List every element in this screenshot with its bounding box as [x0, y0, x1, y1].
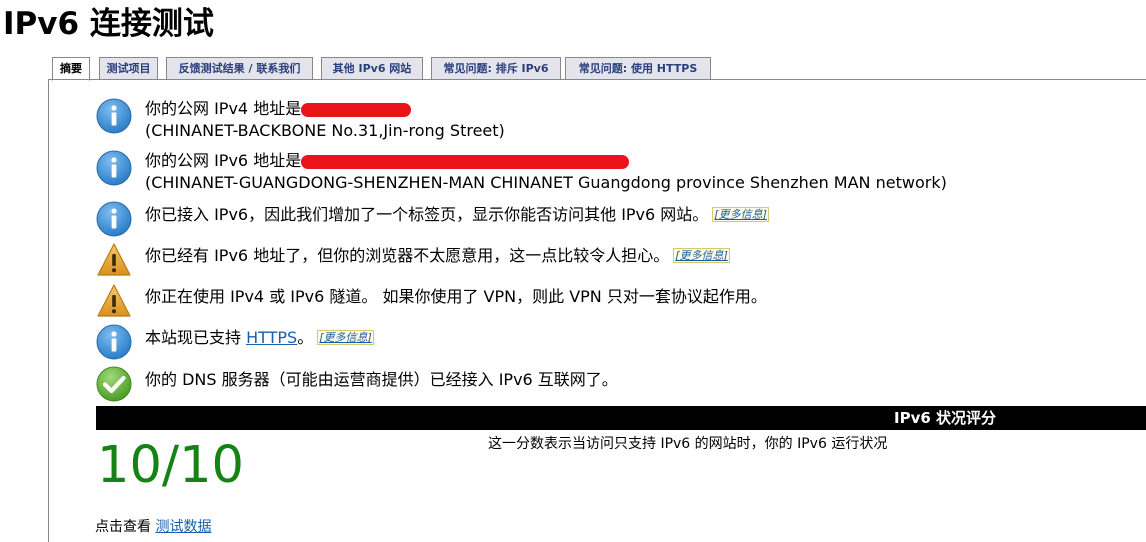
footer-prefix: 点击查看	[95, 519, 156, 535]
tab-other-ipv6-sites[interactable]: 其他 IPv6 网站	[321, 57, 423, 80]
redacted-ipv4	[301, 102, 412, 117]
tab-summary[interactable]: 摘要	[52, 57, 90, 81]
more-info-link[interactable]: [更多信息]	[317, 330, 374, 345]
https-link[interactable]: HTTPS	[246, 328, 297, 347]
info-icon	[96, 201, 132, 237]
more-info-link[interactable]: [更多信息]	[673, 248, 730, 263]
tab-faq-https[interactable]: 常见问题: 使用 HTTPS	[565, 57, 711, 80]
message-text-end: 。	[297, 328, 314, 347]
redacted-ipv6	[301, 154, 630, 169]
page-title: IPv6 连接测试	[3, 6, 214, 42]
ipv6-isp: (CHINANET-GUANGDONG-SHENZHEN-MAN CHINANE…	[145, 173, 947, 192]
info-icon	[96, 324, 132, 360]
footer-test-data: 点击查看 测试数据	[95, 516, 211, 538]
info-icon	[96, 150, 132, 186]
check-icon	[96, 366, 132, 402]
panel-border-left	[48, 79, 49, 542]
ipv4-label: 你的公网 IPv4 地址是	[145, 99, 302, 118]
score-header-bar: IPv6 状况评分	[96, 406, 1146, 430]
score-value: 10/10	[97, 436, 244, 495]
warning-icon	[97, 284, 131, 317]
message-text: 你正在使用 IPv4 或 IPv6 隧道。 如果你使用了 VPN，则此 VPN …	[145, 287, 767, 306]
tab-feedback[interactable]: 反馈测试结果 / 联系我们	[166, 57, 313, 80]
score-header-label: IPv6 状况评分	[894, 409, 997, 427]
score-description: 这一分数表示当访问只支持 IPv6 的网站时，你的 IPv6 运行状况	[488, 436, 888, 452]
more-info-link[interactable]: [更多信息]	[712, 207, 769, 222]
message-text: 你已接入 IPv6，因此我们增加了一个标签页，显示你能否访问其他 IPv6 网站…	[145, 205, 709, 224]
warning-icon	[97, 243, 131, 276]
test-data-link[interactable]: 测试数据	[155, 519, 211, 535]
info-icon	[96, 98, 132, 134]
message-text: 本站现已支持	[145, 328, 247, 347]
ipv4-isp: (CHINANET-BACKBONE No.31,Jin-rong Street…	[145, 121, 505, 140]
tab-faq-broken[interactable]: 常见问题: 排斥 IPv6	[431, 57, 561, 80]
message-text: 你的 DNS 服务器（可能由运营商提供）已经接入 IPv6 互联网了。	[145, 370, 618, 389]
tab-test-items[interactable]: 测试项目	[99, 57, 158, 80]
ipv6-label: 你的公网 IPv6 地址是	[145, 151, 302, 170]
panel-border	[48, 79, 1146, 80]
message-text: 你已经有 IPv6 地址了，但你的浏览器不太愿意用，这一点比较令人担心。	[145, 246, 670, 265]
